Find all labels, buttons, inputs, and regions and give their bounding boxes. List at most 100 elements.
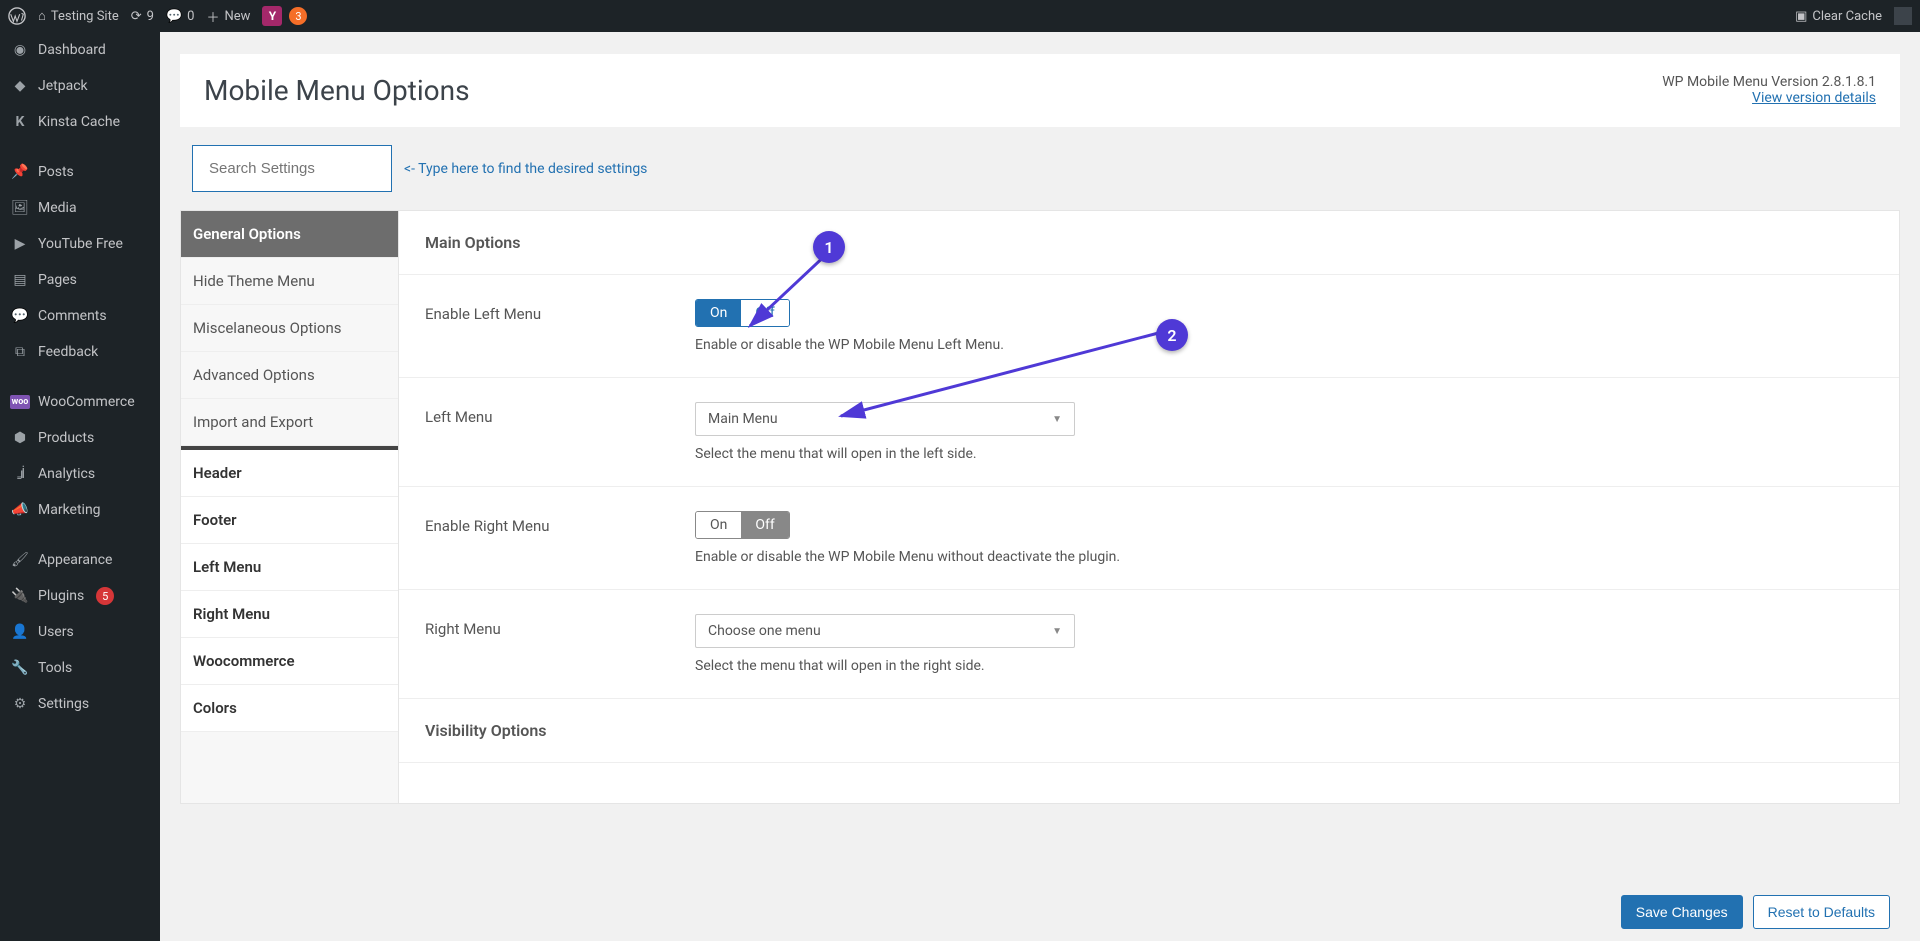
search-hint: <- Type here to find the desired setting… [404, 161, 647, 177]
tab-right-menu[interactable]: Right Menu [181, 591, 398, 638]
sidebar-item-label: Users [38, 624, 74, 640]
sidebar-item-posts[interactable]: 📌 Posts [0, 154, 160, 190]
page-icon: ▤ [10, 270, 30, 290]
play-icon: ▶ [10, 234, 30, 254]
media-icon: 🖼 [10, 198, 30, 218]
sidebar-item-appearance[interactable]: 🖌Appearance [0, 542, 160, 578]
sidebar-item-dashboard[interactable]: ◉Dashboard [0, 32, 160, 68]
field-label: Right Menu [425, 614, 695, 638]
tab-advanced-options[interactable]: Advanced Options [181, 352, 398, 399]
refresh-icon: ⟳ [131, 9, 142, 24]
content-area: Mobile Menu Options WP Mobile Menu Versi… [160, 32, 1920, 941]
sidebar-item-plugins[interactable]: 🔌Plugins5 [0, 578, 160, 614]
site-link[interactable]: ⌂ Testing Site [38, 8, 119, 24]
wp-logo[interactable] [8, 7, 26, 25]
field-label: Enable Right Menu [425, 511, 695, 535]
version-details-link[interactable]: View version details [1752, 90, 1876, 106]
sidebar-item-label: Kinsta Cache [38, 114, 120, 130]
yoast-icon: Y [262, 6, 282, 26]
tab-import-and-export[interactable]: Import and Export [181, 399, 398, 446]
brush-icon: 🖌 [10, 550, 30, 570]
sidebar-item-woocommerce[interactable]: wooWooCommerce [0, 384, 160, 420]
sidebar-item-label: Plugins [38, 588, 84, 604]
updates-link[interactable]: ⟳9 [131, 9, 154, 24]
tab-miscelaneous-options[interactable]: Miscelaneous Options [181, 305, 398, 352]
sidebar-item-settings[interactable]: ⚙ Settings [0, 686, 160, 722]
select-left-menu[interactable]: Main Menu ▼ [695, 402, 1075, 436]
field-desc: Enable or disable the WP Mobile Menu wit… [695, 549, 1873, 565]
box-icon: ⬢ [10, 428, 30, 448]
site-name: Testing Site [51, 9, 119, 24]
reset-defaults-button[interactable]: Reset to Defaults [1753, 895, 1890, 929]
select-right-menu[interactable]: Choose one menu ▼ [695, 614, 1075, 648]
wp-admin-sidebar: ◉Dashboard ◆ Jetpack K Kinsta Cache 📌 Posts 🖼 Me… [0, 32, 160, 941]
field-label: Left Menu [425, 402, 695, 426]
sidebar-item-label: Feedback [38, 344, 98, 360]
plug-icon: 🔌 [10, 586, 30, 606]
form-icon: ⧉ [10, 342, 30, 362]
field-right-menu: Right Menu Choose one menu ▼ Select the … [399, 590, 1899, 699]
sidebar-item-label: Tools [38, 660, 72, 676]
page-title: Mobile Menu Options [204, 74, 470, 107]
sidebar-item-comments[interactable]: 💬 Comments [0, 298, 160, 334]
sidebar-item-users[interactable]: 👤 Users [0, 614, 160, 650]
home-icon: ⌂ [38, 8, 46, 24]
sidebar-item-label: Media [38, 200, 77, 216]
version-text: WP Mobile Menu Version 2.8.1.8.1 [1662, 74, 1876, 90]
yoast-link[interactable]: Y3 [262, 6, 307, 26]
sidebar-item-label: YouTube Free [38, 236, 123, 252]
sidebar-item-tools[interactable]: 🔧 Tools [0, 650, 160, 686]
tab-colors[interactable]: Colors [181, 685, 398, 732]
tab-woocommerce[interactable]: Woocommerce [181, 638, 398, 685]
sidebar-item-label: Analytics [38, 466, 95, 482]
field-desc: Select the menu that will open in the le… [695, 446, 1873, 462]
cog-icon: ⚙ [10, 694, 30, 714]
plus-icon: ＋ [206, 7, 219, 26]
sidebar-item-jetpack[interactable]: ◆ Jetpack [0, 68, 160, 104]
wrench-icon: 🔧 [10, 658, 30, 678]
sidebar-item-pages[interactable]: ▤ Pages [0, 262, 160, 298]
sidebar-item-label: Marketing [38, 502, 101, 518]
sidebar-item-kinsta-cache[interactable]: K Kinsta Cache [0, 104, 160, 140]
settings-tabs: General OptionsHide Theme MenuMiscelaneo… [181, 211, 399, 803]
tab-header[interactable]: Header [181, 450, 398, 497]
user-icon: 👤 [10, 622, 30, 642]
sidebar-item-marketing[interactable]: 📣Marketing [0, 492, 160, 528]
sidebar-item-label: Pages [38, 272, 77, 288]
sidebar-item-label: Posts [38, 164, 74, 180]
clear-icon: ▣ [1795, 9, 1807, 24]
account-avatar[interactable] [1894, 7, 1912, 25]
jetpack-icon: ◆ [10, 76, 30, 96]
sidebar-item-youtube-free[interactable]: ▶ YouTube Free [0, 226, 160, 262]
new-link[interactable]: ＋New [206, 7, 250, 26]
toggle-enable-left-menu[interactable]: On Off [695, 299, 790, 327]
settings-panel: General OptionsHide Theme MenuMiscelaneo… [180, 210, 1900, 804]
tab-footer[interactable]: Footer [181, 497, 398, 544]
annotation-badge-2: 2 [1156, 319, 1188, 351]
sidebar-item-analytics[interactable]: ₌ıİAnalytics [0, 456, 160, 492]
sidebar-item-media[interactable]: 🖼 Media [0, 190, 160, 226]
search-settings-input[interactable] [192, 145, 392, 192]
clear-cache-link[interactable]: ▣Clear Cache [1795, 9, 1882, 24]
field-enable-left-menu: Enable Left Menu On Off Enable or disabl… [399, 275, 1899, 378]
settings-form: Main Options Enable Left Menu On Off Ena… [399, 211, 1899, 803]
comment-icon: 💬 [10, 306, 30, 326]
tab-hide-theme-menu[interactable]: Hide Theme Menu [181, 258, 398, 305]
comments-link[interactable]: 💬0 [166, 9, 195, 24]
field-desc: Enable or disable the WP Mobile Menu Lef… [695, 337, 1873, 353]
kinsta-icon: K [10, 112, 30, 132]
sidebar-item-label: Comments [38, 308, 107, 324]
sidebar-item-products[interactable]: ⬢ Products [0, 420, 160, 456]
pin-icon: 📌 [10, 162, 30, 182]
annotation-badge-1: 1 [813, 231, 845, 263]
sidebar-item-label: Settings [38, 696, 89, 712]
toggle-enable-right-menu[interactable]: On Off [695, 511, 790, 539]
tab-left-menu[interactable]: Left Menu [181, 544, 398, 591]
tab-general-options[interactable]: General Options [181, 211, 398, 258]
field-left-menu: Left Menu Main Menu ▼ Select the menu th… [399, 378, 1899, 487]
sidebar-item-feedback[interactable]: ⧉ Feedback [0, 334, 160, 370]
save-changes-button[interactable]: Save Changes [1621, 895, 1743, 929]
field-enable-right-menu: Enable Right Menu On Off Enable or disab… [399, 487, 1899, 590]
sidebar-item-label: Products [38, 430, 94, 446]
sidebar-item-label: Jetpack [38, 78, 88, 94]
